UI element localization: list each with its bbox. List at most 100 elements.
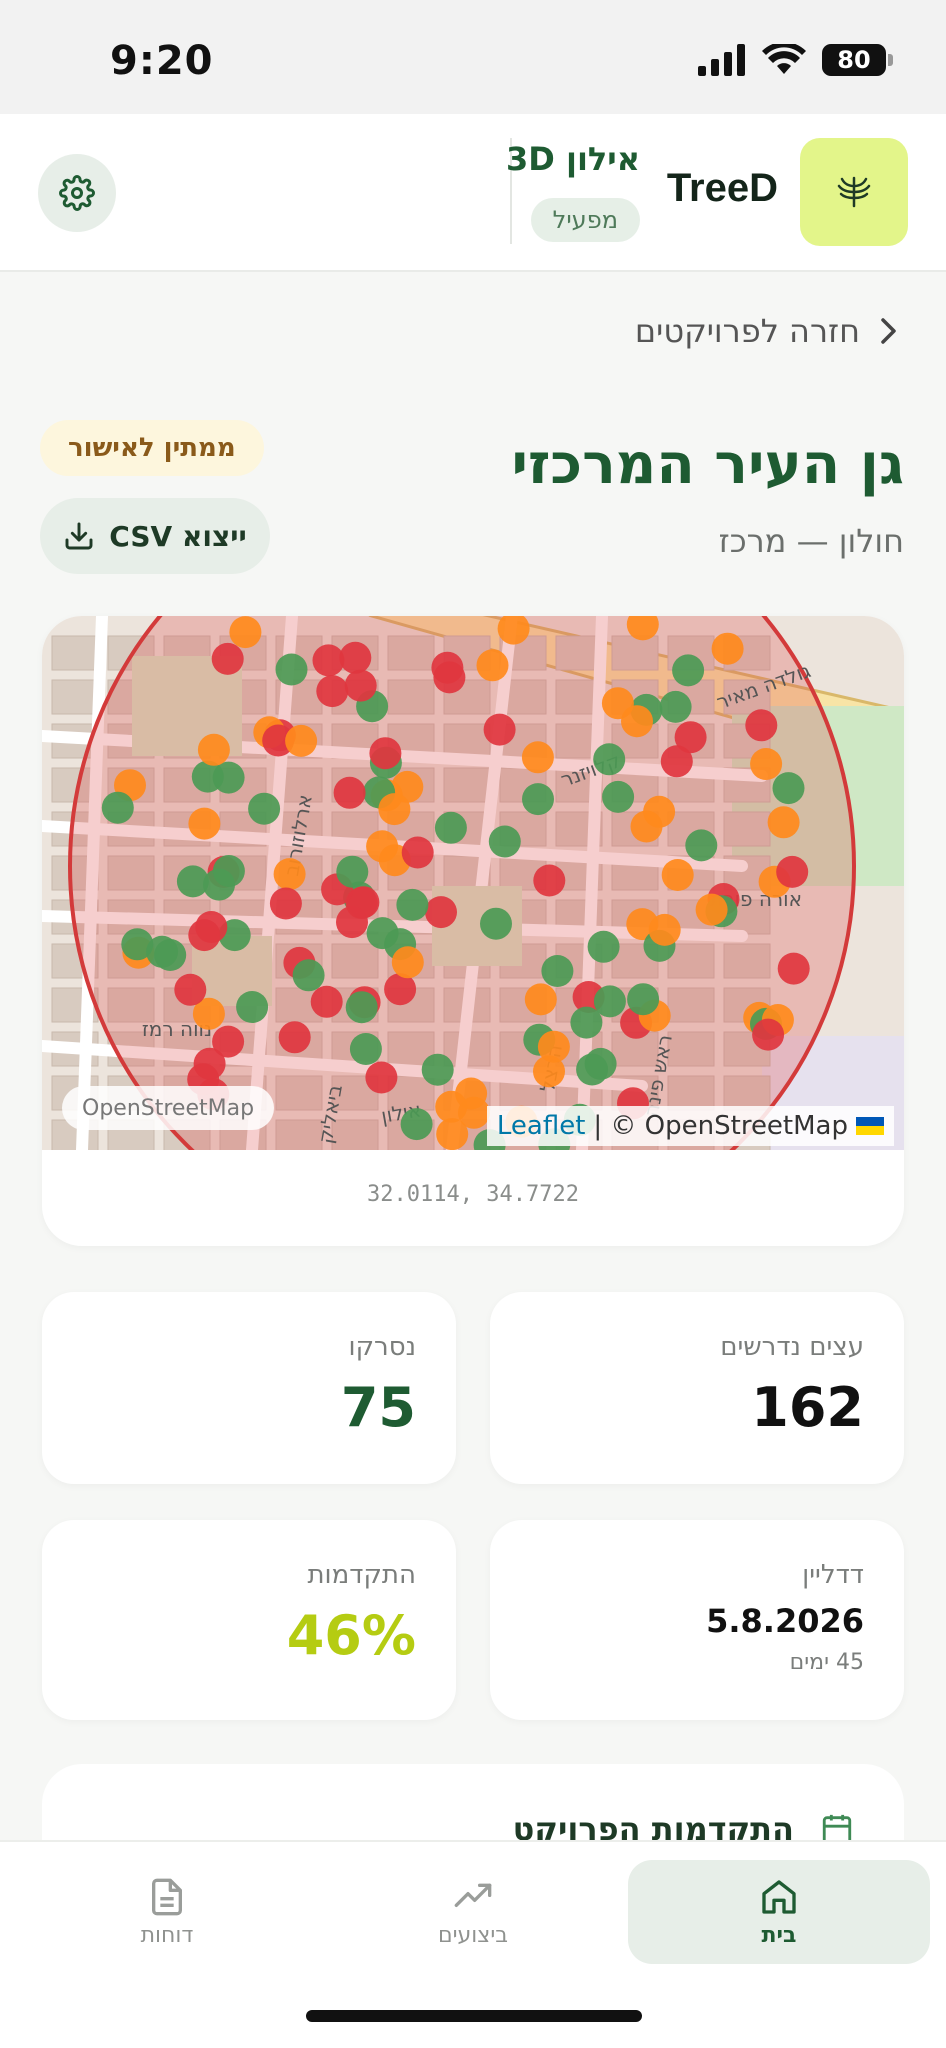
tree-marker[interactable]: [745, 709, 778, 742]
back-to-projects-link[interactable]: חזרה לפרויקטים: [635, 312, 900, 350]
tree-marker[interactable]: [396, 888, 429, 921]
tree-marker[interactable]: [570, 1006, 603, 1039]
tree-marker[interactable]: [365, 1061, 398, 1094]
scanned-trees-label: נסרקו: [348, 1332, 417, 1362]
tree-marker[interactable]: [672, 654, 705, 687]
tree-marker[interactable]: [195, 911, 228, 943]
app-logo[interactable]: [800, 138, 908, 246]
tree-marker[interactable]: [601, 687, 634, 720]
tree-marker[interactable]: [483, 713, 516, 746]
stat-card-deadline: דדליין 5.8.2026 45 ימים: [490, 1520, 904, 1720]
tree-marker[interactable]: [772, 772, 805, 805]
required-trees-value: 162: [751, 1376, 864, 1439]
tree-marker[interactable]: [401, 836, 434, 869]
tree-marker[interactable]: [229, 616, 262, 649]
tree-marker[interactable]: [378, 793, 411, 826]
tree-marker[interactable]: [685, 829, 718, 862]
tree-marker[interactable]: [275, 653, 308, 686]
tree-marker[interactable]: [752, 1018, 785, 1051]
tree-marker[interactable]: [711, 632, 744, 665]
user-name: אילון 3D: [505, 140, 640, 178]
tree-marker[interactable]: [587, 930, 620, 963]
tree-marker[interactable]: [593, 743, 626, 776]
tree-marker[interactable]: [345, 991, 378, 1024]
tree-marker[interactable]: [695, 893, 728, 926]
tree-marker[interactable]: [316, 675, 349, 708]
tree-marker[interactable]: [524, 983, 557, 1016]
tree-marker[interactable]: [154, 939, 187, 971]
tree-marker[interactable]: [767, 806, 800, 839]
tree-marker[interactable]: [310, 985, 343, 1018]
map-canvas[interactable]: גולדה מאיראורה פורתנווה רמזארלוזורובביאל…: [42, 616, 904, 1150]
tree-marker[interactable]: [541, 955, 574, 987]
map-coordinates: 32.0114, 34.7722: [367, 1182, 579, 1207]
export-csv-button[interactable]: ייצוא CSV: [40, 498, 270, 574]
nav-home[interactable]: בית: [628, 1860, 930, 1964]
project-status-badge: ממתין לאישור: [40, 420, 264, 476]
osm-attribution-text[interactable]: | © OpenStreetMap: [593, 1111, 848, 1141]
tree-marker[interactable]: [421, 1053, 454, 1086]
nav-reports[interactable]: דוחות: [16, 1860, 318, 1964]
tree-marker[interactable]: [630, 810, 663, 843]
tree-marker[interactable]: [480, 907, 512, 940]
tree-marker[interactable]: [174, 973, 207, 1006]
tree-marker[interactable]: [212, 855, 245, 887]
tree-marker[interactable]: [777, 952, 810, 985]
map-building-block: [51, 635, 99, 671]
tree-marker[interactable]: [521, 741, 554, 774]
tree-marker[interactable]: [661, 859, 694, 891]
document-icon: [152, 1878, 182, 1915]
tree-marker[interactable]: [433, 661, 466, 694]
home-indicator: [306, 2010, 642, 2022]
tree-marker[interactable]: [436, 1118, 469, 1150]
tree-marker[interactable]: [292, 959, 325, 992]
nav-performance-label: ביצועים: [438, 1922, 508, 1948]
tree-marker[interactable]: [369, 737, 402, 770]
tree-marker[interactable]: [425, 896, 457, 929]
tree-marker[interactable]: [384, 973, 417, 1006]
project-map[interactable]: גולדה מאיר אורה פורת נווה רמז ארלוזורוב ביאל…: [42, 616, 904, 1150]
nav-performance[interactable]: ביצועים: [322, 1860, 624, 1964]
tree-marker[interactable]: [391, 946, 424, 979]
tree-marker[interactable]: [537, 1030, 570, 1063]
tree-marker[interactable]: [278, 1021, 311, 1054]
tree-marker[interactable]: [366, 830, 399, 863]
tree-marker[interactable]: [188, 807, 221, 840]
tree-marker[interactable]: [776, 855, 809, 888]
tree-marker[interactable]: [273, 858, 306, 891]
tree-marker[interactable]: [660, 745, 693, 778]
tree-marker[interactable]: [488, 825, 521, 858]
tree-marker[interactable]: [522, 783, 554, 816]
leaflet-link[interactable]: Leaflet: [497, 1111, 586, 1141]
tree-marker[interactable]: [333, 776, 366, 809]
ukraine-flag-icon: [856, 1117, 884, 1135]
tree-marker[interactable]: [269, 887, 302, 920]
tree-marker[interactable]: [336, 855, 369, 888]
tree-marker[interactable]: [248, 792, 281, 825]
tree-marker[interactable]: [236, 991, 269, 1023]
nav-home-label: בית: [761, 1922, 797, 1948]
tree-marker[interactable]: [750, 748, 783, 780]
tree-marker[interactable]: [400, 1108, 433, 1141]
tree-marker[interactable]: [533, 864, 566, 897]
tree-marker[interactable]: [349, 1033, 382, 1065]
tree-marker[interactable]: [347, 886, 380, 919]
tree-marker[interactable]: [197, 733, 230, 766]
tree-marker[interactable]: [584, 1047, 617, 1080]
tree-marker[interactable]: [435, 1090, 468, 1123]
tree-marker[interactable]: [659, 690, 692, 723]
tree-marker[interactable]: [602, 780, 635, 813]
tree-marker[interactable]: [476, 649, 509, 682]
tree-marker[interactable]: [344, 669, 377, 702]
tree-marker[interactable]: [627, 983, 660, 1016]
tree-marker[interactable]: [101, 791, 134, 824]
tree-marker[interactable]: [339, 641, 372, 674]
tree-marker[interactable]: [285, 724, 318, 757]
tree-marker[interactable]: [648, 913, 681, 946]
settings-button[interactable]: [38, 154, 116, 232]
tree-marker[interactable]: [211, 642, 244, 675]
nav-reports-label: דוחות: [140, 1922, 194, 1948]
home-icon: [762, 1879, 796, 1914]
tree-marker[interactable]: [191, 760, 224, 793]
tree-marker[interactable]: [434, 811, 467, 844]
